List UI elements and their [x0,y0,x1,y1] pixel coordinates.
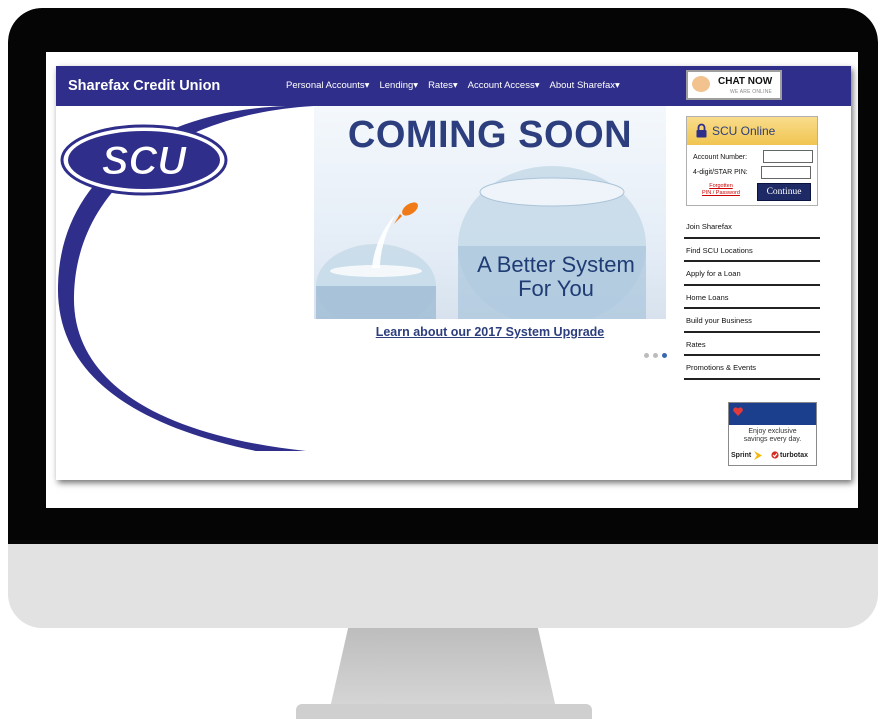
scu-logo[interactable]: SCU [60,124,228,196]
monitor-stand-base [296,704,592,719]
site-brand[interactable]: Sharefax Credit Union [68,78,220,94]
login-title: SCU Online [712,124,776,138]
carousel-dot-2[interactable] [653,353,658,358]
sprint-label: Sprint [731,452,752,459]
system-upgrade-link[interactable]: Learn about our 2017 System Upgrade [314,325,666,339]
turbotax-label: turbotax [780,452,808,459]
hero-slide[interactable]: COMING SOON A Better System For You [314,106,666,319]
side-link-locations[interactable]: Find SCU Locations [684,239,820,262]
nav-menu: Personal Accounts▾ Lending▾ Rates▾ Accou… [286,80,620,91]
lock-icon [696,123,707,138]
carousel-dots [644,353,667,358]
account-number-label: Account Number: [693,154,748,161]
promo-banner [729,403,816,425]
pin-label: 4-digit/STAR PIN: [693,169,748,176]
nav-lending[interactable]: Lending▾ [379,80,418,91]
forgot-link-line1[interactable]: Forgotten [701,183,741,189]
side-link-business[interactable]: Build your Business [684,309,820,333]
chat-agent-icon [692,76,710,92]
carousel-dot-1[interactable] [644,353,649,358]
turbotax-logo-icon [771,451,779,459]
monitor-bezel: Sharefax Credit Union Personal Accounts▾… [8,8,878,544]
top-navbar: Sharefax Credit Union Personal Accounts▾… [56,66,851,106]
promo-ad[interactable]: Enjoy exclusive savings every day. Sprin… [728,402,817,466]
login-header: SCU Online [687,117,817,145]
nav-personal-accounts[interactable]: Personal Accounts▾ [286,80,369,91]
logo-text: SCU [102,139,188,183]
side-link-rates[interactable]: Rates [684,333,820,356]
forgot-link-line2[interactable]: PIN / Password [697,190,745,196]
chat-subtitle: WE ARE ONLINE [730,89,773,95]
goldfish-icon [394,202,418,224]
continue-button[interactable]: Continue [757,183,811,201]
sprint-logo-icon [754,451,762,460]
nav-account-access[interactable]: Account Access▾ [468,80,540,91]
promo-line2: savings every day. [743,436,802,443]
monitor-stand-neck [330,628,556,708]
heart-icon [733,407,743,416]
carousel-dot-3[interactable] [662,353,667,358]
hero-tagline-line1: A Better System [477,252,635,277]
hero-title: COMING SOON [347,114,633,156]
chat-title: CHAT NOW [718,76,773,87]
website-page: Sharefax Credit Union Personal Accounts▾… [56,66,851,480]
pin-input[interactable] [761,166,811,179]
side-link-home-loans[interactable]: Home Loans [684,286,820,309]
monitor-screen: Sharefax Credit Union Personal Accounts▾… [46,52,858,508]
account-number-input[interactable] [763,150,813,163]
online-banking-login: SCU Online Account Number: 4-digit/STAR … [686,116,818,206]
monitor-frame: Sharefax Credit Union Personal Accounts▾… [8,8,878,628]
chat-now-button[interactable]: CHAT NOW WE ARE ONLINE [686,70,782,100]
side-link-promotions[interactable]: Promotions & Events [684,356,820,380]
side-link-join[interactable]: Join Sharefax [684,215,820,239]
hero-tagline-line2: For You [518,276,594,301]
promo-line1: Enjoy exclusive [748,428,797,435]
nav-about[interactable]: About Sharefax▾ [550,80,620,91]
quick-links: Join Sharefax Find SCU Locations Apply f… [684,215,820,380]
nav-rates[interactable]: Rates▾ [428,80,458,91]
side-link-apply-loan[interactable]: Apply for a Loan [684,262,820,286]
